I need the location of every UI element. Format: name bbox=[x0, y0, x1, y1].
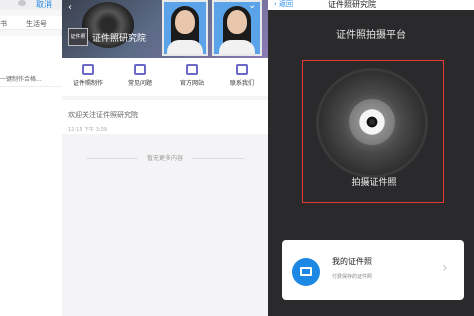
nav-bar: ‹ 返回 证件照研究院 bbox=[268, 0, 474, 10]
search-tabs: 书 生活号 bbox=[0, 16, 62, 30]
brand-name: 证件照研究院 bbox=[92, 34, 147, 44]
lens-icon bbox=[349, 99, 395, 145]
chat-icon bbox=[236, 64, 248, 75]
menu-item-label: 官方网站 bbox=[179, 80, 204, 87]
back-button[interactable]: ‹ 返回 bbox=[274, 0, 293, 9]
page-title: 证件照研究院 bbox=[328, 0, 376, 9]
back-label: 返回 bbox=[279, 0, 294, 8]
search-suggestion[interactable]: 一键制作合格... bbox=[0, 74, 62, 83]
menu-item-contact[interactable]: 联系我们 bbox=[216, 62, 268, 94]
id-card-icon bbox=[292, 258, 320, 286]
menu-item-label: 常见问题 bbox=[127, 80, 152, 87]
id-photo-sample bbox=[162, 0, 208, 56]
back-icon[interactable]: ‹ bbox=[68, 2, 72, 13]
no-more-text: 暂无更多内容 bbox=[146, 155, 183, 162]
shoot-highlight-frame: 拍摄证件照 bbox=[302, 60, 444, 203]
camera-shutter-button[interactable] bbox=[319, 71, 425, 175]
search-panel: 取消 书 生活号 一键制作合格... bbox=[0, 0, 62, 316]
menu-item-label: 证件照制作 bbox=[72, 80, 103, 87]
tab-life[interactable]: 生活号 bbox=[26, 19, 47, 29]
clear-icon[interactable] bbox=[18, 0, 26, 6]
search-bar[interactable]: 取消 bbox=[0, 0, 62, 10]
id-card-glyph bbox=[300, 267, 312, 276]
shoot-label: 拍摄证件照 bbox=[351, 178, 397, 188]
portrait-face bbox=[227, 10, 247, 34]
browser-icon bbox=[186, 64, 198, 75]
divider bbox=[0, 86, 62, 87]
more-icon[interactable]: ⌄ bbox=[248, 0, 256, 11]
screenshot-stage: 取消 书 生活号 一键制作合格... ‹ ⌄ 证件照 证件照研究院 证件照制作 … bbox=[0, 0, 474, 316]
brand-logo: 证件照 bbox=[68, 28, 88, 46]
post-title: 欢迎关注证件照研究院 bbox=[68, 111, 138, 119]
camera-icon bbox=[82, 64, 94, 75]
cancel-button[interactable]: 取消 bbox=[36, 0, 52, 10]
portrait-shirt bbox=[167, 40, 203, 54]
post-time: 12-15 下午 3:09 bbox=[68, 127, 107, 133]
card-subtitle: 付费保存的证件照 bbox=[332, 274, 373, 280]
menu-item-faq[interactable]: 常见问题 bbox=[114, 62, 166, 94]
menu-item-website[interactable]: 官方网站 bbox=[166, 62, 218, 94]
post-card[interactable]: 欢迎关注证件照研究院 12-15 下午 3:09 bbox=[62, 100, 268, 134]
card-title: 我的证件照 bbox=[332, 257, 372, 266]
camera-panel: ‹ 返回 证件照研究院 证件照拍摄平台 拍摄证件照 我的证件照 付费保存的证件照… bbox=[268, 0, 474, 316]
lens-center bbox=[369, 119, 375, 125]
chevron-right-icon: › bbox=[442, 260, 448, 276]
menu-item-label: 联系我们 bbox=[229, 80, 254, 87]
menu-item-id-photo[interactable]: 证件照制作 bbox=[62, 62, 114, 94]
document-icon bbox=[134, 64, 146, 75]
portrait-shirt bbox=[219, 40, 255, 54]
portrait-face bbox=[175, 10, 195, 34]
tab-book[interactable]: 书 bbox=[0, 19, 7, 29]
platform-title: 证件照拍摄平台 bbox=[336, 30, 406, 41]
official-account-panel: ‹ ⌄ 证件照 证件照研究院 证件照制作 常见问题 官方网站 联系我们 欢迎关注… bbox=[62, 0, 268, 316]
hero-banner: ‹ ⌄ 证件照 证件照研究院 bbox=[62, 0, 268, 58]
menu-grid: 证件照制作 常见问题 官方网站 联系我们 bbox=[62, 58, 268, 96]
my-id-photos-card[interactable]: 我的证件照 付费保存的证件照 › bbox=[282, 240, 464, 300]
